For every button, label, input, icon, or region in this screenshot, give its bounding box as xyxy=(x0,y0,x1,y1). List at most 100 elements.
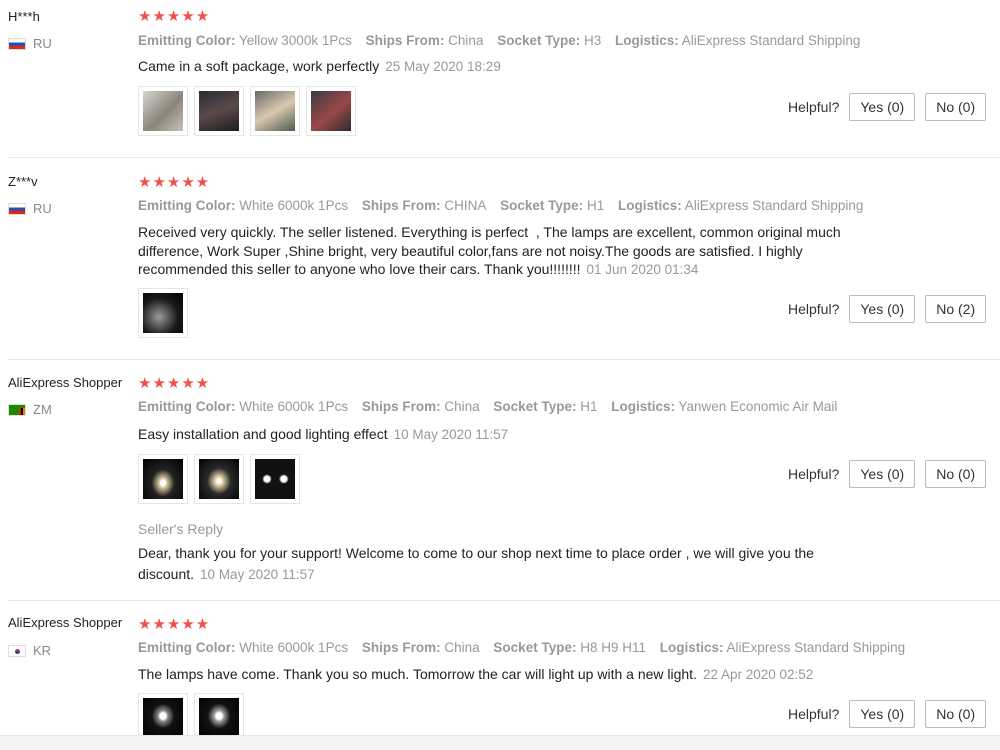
attr-label: Socket Type: xyxy=(493,640,577,655)
country-code: KR xyxy=(33,643,52,658)
attr-label: Emitting Color: xyxy=(138,399,236,414)
helpful-no-button[interactable]: No (0) xyxy=(925,93,987,121)
product-attributes: Emitting Color: Yellow 3000k 1Pcs Ships … xyxy=(138,33,870,48)
helpful-label: Helpful? xyxy=(788,99,840,115)
attr-value: CHINA xyxy=(444,198,487,213)
review-text: Easy installation and good lighting effe… xyxy=(138,425,508,445)
helpful-label: Helpful? xyxy=(788,706,840,722)
helpful-vote: Helpful? Yes (0) No (0) xyxy=(788,93,987,121)
review-photo[interactable] xyxy=(138,288,188,338)
review-text: Received very quickly. The seller listen… xyxy=(138,223,841,280)
review-date: 22 Apr 2020 02:52 xyxy=(702,667,814,682)
attr-value: China xyxy=(444,640,480,655)
star-rating: ★★★★★ xyxy=(138,174,211,191)
helpful-no-button[interactable]: No (0) xyxy=(925,700,987,728)
review-date: 01 Jun 2020 01:34 xyxy=(586,262,699,277)
helpful-label: Helpful? xyxy=(788,301,840,317)
product-attributes: Emitting Color: White 6000k 1Pcs Ships F… xyxy=(138,399,847,414)
attr-label: Ships From: xyxy=(361,640,441,655)
attr-label: Socket Type: xyxy=(493,399,577,414)
reviewer-country: RU xyxy=(8,201,52,216)
attr-value: H1 xyxy=(580,399,598,414)
review-text: The lamps have come. Thank you so much. … xyxy=(138,665,813,685)
attr-label: Logistics: xyxy=(611,399,676,414)
attr-label: Emitting Color: xyxy=(138,198,236,213)
horizontal-scrollbar[interactable] xyxy=(0,735,1000,750)
seller-reply-line: discount. xyxy=(138,566,195,582)
reviewer-country: ZM xyxy=(8,402,52,417)
seller-reply-text: Dear, thank you for your support! Welcom… xyxy=(138,543,838,585)
reviewer-country: RU xyxy=(8,36,52,51)
country-code: ZM xyxy=(33,402,52,417)
attr-label: Emitting Color: xyxy=(138,33,236,48)
reviewer-country: KR xyxy=(8,643,51,658)
attr-value: AliExpress Standard Shipping xyxy=(726,640,906,655)
attr-label: Logistics: xyxy=(617,198,682,213)
attr-label: Ships From: xyxy=(365,33,445,48)
helpful-yes-button[interactable]: Yes (0) xyxy=(849,295,916,323)
review-photos xyxy=(138,454,300,504)
helpful-yes-button[interactable]: Yes (0) xyxy=(849,700,916,728)
attr-label: Ships From: xyxy=(361,399,441,414)
russia-flag-icon xyxy=(8,37,26,50)
helpful-no-button[interactable]: No (2) xyxy=(925,295,987,323)
reviewer-name: H***h xyxy=(8,9,40,24)
review-photo[interactable] xyxy=(194,86,244,136)
helpful-label: Helpful? xyxy=(788,466,840,482)
attr-value: White 6000k 1Pcs xyxy=(239,399,349,414)
attr-value: Yanwen Economic Air Mail xyxy=(678,399,838,414)
review-date: 10 May 2020 11:57 xyxy=(393,427,509,442)
attr-label: Emitting Color: xyxy=(138,640,236,655)
attr-value: AliExpress Standard Shipping xyxy=(684,198,864,213)
review-body: Came in a soft package, work perfectly xyxy=(138,58,380,74)
review-divider xyxy=(8,600,1000,601)
star-rating: ★★★★★ xyxy=(138,616,211,633)
helpful-vote: Helpful? Yes (0) No (0) xyxy=(788,700,987,728)
product-attributes: Emitting Color: White 6000k 1Pcs Ships F… xyxy=(138,198,873,213)
attr-label: Socket Type: xyxy=(500,198,584,213)
reviewer-name: Z***v xyxy=(8,174,38,189)
review-body-line: recommended this seller to anyone who lo… xyxy=(138,261,581,277)
review-divider xyxy=(8,157,1000,158)
attr-value: Yellow 3000k 1Pcs xyxy=(239,33,352,48)
helpful-vote: Helpful? Yes (0) No (0) xyxy=(788,460,987,488)
south-korea-flag-icon xyxy=(8,644,26,657)
attr-label: Ships From: xyxy=(361,198,441,213)
review-photos xyxy=(138,288,188,338)
review-text: Came in a soft package, work perfectly 25… xyxy=(138,57,501,77)
review-photo[interactable] xyxy=(306,86,356,136)
zambia-flag-icon xyxy=(8,403,26,416)
reviewer-name: AliExpress Shopper xyxy=(8,375,123,390)
attr-value: H1 xyxy=(586,198,605,213)
attr-value: H3 xyxy=(583,33,602,48)
attr-label: Socket Type: xyxy=(497,33,581,48)
attr-value: China xyxy=(448,33,484,48)
review-body-line: Received very quickly. The seller listen… xyxy=(138,224,841,240)
attr-label: Logistics: xyxy=(659,640,724,655)
review-photos xyxy=(138,86,356,136)
review-photo[interactable] xyxy=(194,454,244,504)
attr-value: AliExpress Standard Shipping xyxy=(681,33,861,48)
review-photo[interactable] xyxy=(250,454,300,504)
review-photo[interactable] xyxy=(138,454,188,504)
helpful-yes-button[interactable]: Yes (0) xyxy=(849,93,916,121)
star-rating: ★★★★★ xyxy=(138,8,211,25)
country-code: RU xyxy=(33,201,52,216)
helpful-no-button[interactable]: No (0) xyxy=(925,460,987,488)
attr-value: China xyxy=(444,399,480,414)
review-divider xyxy=(8,359,1000,360)
russia-flag-icon xyxy=(8,202,26,215)
seller-reply-title: Seller's Reply xyxy=(138,521,224,537)
helpful-vote: Helpful? Yes (0) No (2) xyxy=(788,295,987,323)
review-photo[interactable] xyxy=(250,86,300,136)
review-date: 25 May 2020 18:29 xyxy=(385,59,501,74)
attr-value: White 6000k 1Pcs xyxy=(239,640,349,655)
attr-label: Logistics: xyxy=(615,33,679,48)
helpful-yes-button[interactable]: Yes (0) xyxy=(849,460,916,488)
product-attributes: Emitting Color: White 6000k 1Pcs Ships F… xyxy=(138,640,915,655)
review-body-line: difference, Work Super ,Shine bright, ve… xyxy=(138,242,803,259)
star-rating: ★★★★★ xyxy=(138,375,211,392)
review-photo[interactable] xyxy=(138,86,188,136)
country-code: RU xyxy=(33,36,52,51)
seller-reply-line: Dear, thank you for your support! Welcom… xyxy=(138,545,814,561)
